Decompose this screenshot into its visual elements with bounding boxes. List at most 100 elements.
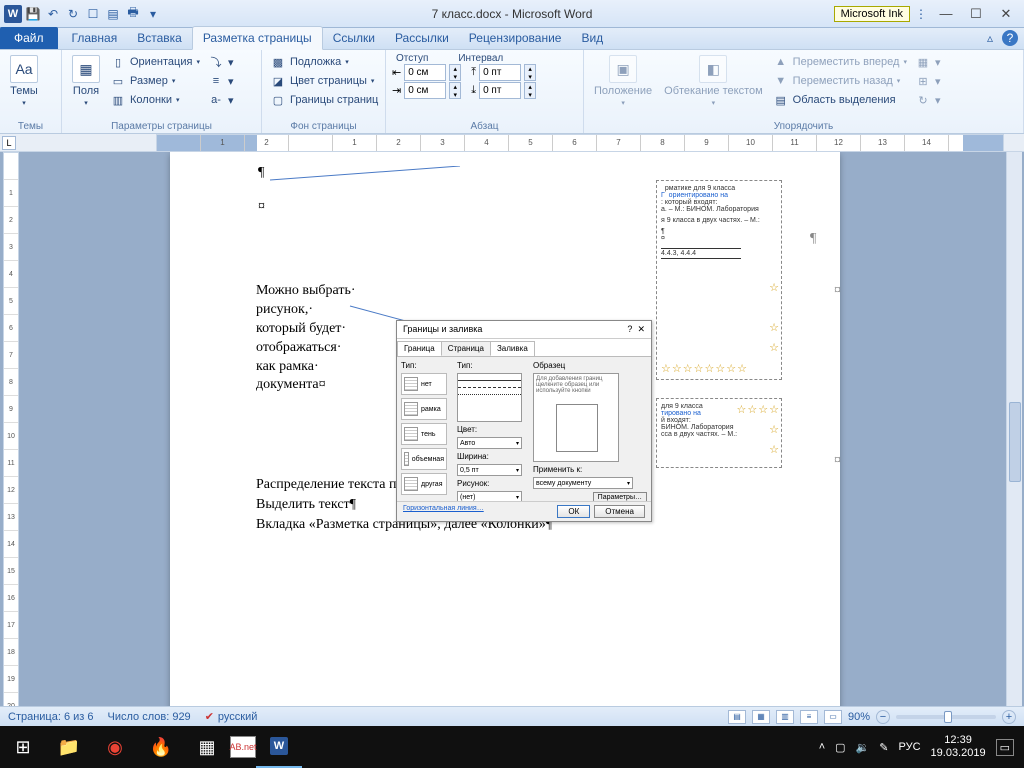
- tray-lang[interactable]: РУС: [899, 741, 921, 753]
- zoom-out-icon[interactable]: −: [876, 710, 890, 724]
- type-box[interactable]: рамка: [401, 398, 447, 420]
- watermark-button[interactable]: ▩Подложка▾: [268, 53, 380, 71]
- style-list[interactable]: [457, 373, 522, 422]
- file-tab[interactable]: Файл: [0, 27, 58, 49]
- space-before-field[interactable]: ⤒0 пт▴▾: [471, 64, 536, 81]
- type-shadow[interactable]: тень: [401, 423, 447, 445]
- indent-left-field[interactable]: ⇤0 см▴▾: [392, 64, 461, 81]
- action-center-icon[interactable]: ▭: [996, 739, 1014, 756]
- maximize-button[interactable]: ☐: [962, 5, 990, 23]
- dlg-tab-border[interactable]: Граница: [397, 341, 442, 356]
- view-draft[interactable]: ▭: [824, 710, 842, 724]
- word-count[interactable]: Число слов: 929: [108, 711, 191, 723]
- bwd-icon: ▼: [773, 73, 789, 89]
- color-select[interactable]: Авто: [457, 437, 522, 449]
- hline-link[interactable]: Горизонтальная линия…: [403, 505, 484, 518]
- view-web[interactable]: ▥: [776, 710, 794, 724]
- minimize-button[interactable]: —: [932, 5, 960, 23]
- size-icon: ▭: [110, 73, 126, 89]
- print-icon[interactable]: 🖶: [124, 5, 142, 23]
- quick-access-toolbar: W 💾 ↶ ↻ ☐ ▤ 🖶 ▾: [0, 5, 162, 23]
- indent-right-field[interactable]: ⇥0 см▴▾: [392, 82, 461, 99]
- preview-pane[interactable]: Для добавления границ щелкните образец и…: [533, 373, 619, 462]
- vertical-scrollbar[interactable]: [1006, 152, 1022, 726]
- type-3d[interactable]: объемная: [401, 448, 447, 470]
- ink-button[interactable]: Microsoft Ink: [834, 6, 910, 22]
- word-taskbar-icon[interactable]: W: [256, 726, 302, 768]
- type-custom[interactable]: другая: [401, 473, 447, 495]
- ok-button[interactable]: ОК: [557, 505, 590, 518]
- calculator-icon[interactable]: ▦: [184, 726, 230, 768]
- save-icon[interactable]: 💾: [24, 5, 42, 23]
- view-read[interactable]: ▦: [752, 710, 770, 724]
- start-button[interactable]: ⊞: [0, 726, 46, 768]
- color-label: Цвет:: [457, 425, 529, 434]
- breaks-button[interactable]: ⤵▾: [206, 53, 236, 71]
- tab-layout[interactable]: Разметка страницы: [192, 26, 323, 50]
- scrollbar-thumb[interactable]: [1009, 402, 1021, 482]
- vertical-ruler[interactable]: 1234567891011121314151617181920212223242…: [3, 152, 19, 726]
- help-icon[interactable]: ?: [1002, 30, 1018, 46]
- group-arrange-label: Упорядочить: [590, 120, 1017, 132]
- linenums-icon: ≡: [208, 73, 224, 89]
- firefox-icon[interactable]: 🔥: [138, 726, 184, 768]
- zoom-in-icon[interactable]: +: [1002, 710, 1016, 724]
- taskbar-clock[interactable]: 12:39 19.03.2019: [931, 734, 986, 760]
- tab-home[interactable]: Главная: [62, 27, 128, 49]
- zoom-thumb[interactable]: [944, 711, 952, 723]
- width-select[interactable]: 0,5 пт: [457, 464, 522, 476]
- qat-more-icon[interactable]: ▾: [144, 5, 162, 23]
- file-explorer-icon[interactable]: 📁: [46, 726, 92, 768]
- view-outline[interactable]: ≡: [800, 710, 818, 724]
- view-print-layout[interactable]: ▤: [728, 710, 746, 724]
- tab-view[interactable]: Вид: [571, 27, 613, 49]
- tray-up-icon[interactable]: ˄: [819, 741, 825, 753]
- dialog-help-icon[interactable]: ?: [627, 324, 632, 334]
- tray-monitor-icon[interactable]: ▢: [835, 741, 845, 754]
- redo-icon[interactable]: ↻: [64, 5, 82, 23]
- dialog-titlebar[interactable]: Границы и заливка ? ✕: [397, 321, 651, 339]
- group-button: ⊞▾: [913, 72, 943, 90]
- page-borders-button[interactable]: ▢Границы страниц: [268, 91, 380, 109]
- tab-review[interactable]: Рецензирование: [459, 27, 572, 49]
- linenums-button[interactable]: ≡▾: [206, 72, 236, 90]
- chrome-icon[interactable]: ◉: [92, 726, 138, 768]
- dialog-close-icon[interactable]: ✕: [637, 324, 645, 334]
- zoom-slider[interactable]: [896, 715, 996, 719]
- tray-pen-icon[interactable]: ✎: [879, 741, 888, 754]
- tab-insert[interactable]: Вставка: [127, 27, 192, 49]
- orientation-button[interactable]: ▯Ориентация▾: [108, 53, 202, 71]
- position-button: ▣Положение▾: [590, 53, 656, 109]
- word-app-icon: W: [4, 5, 22, 23]
- columns-button[interactable]: ▥Колонки▾: [108, 91, 202, 109]
- group-page-setup: ▦ Поля ▾ ▯Ориентация▾ ▭Размер▾ ▥Колонки▾…: [62, 50, 262, 133]
- rotate-button: ↻▾: [913, 91, 943, 109]
- new-icon[interactable]: ☐: [84, 5, 102, 23]
- tab-mailings[interactable]: Рассылки: [385, 27, 459, 49]
- hyphen-button[interactable]: a-▾: [206, 91, 236, 109]
- type-none[interactable]: нет: [401, 373, 447, 395]
- abnet-icon[interactable]: АВ.net: [230, 736, 256, 758]
- selection-pane-button[interactable]: ▤Область выделения: [771, 91, 909, 109]
- horizontal-ruler[interactable]: 121234567891011121314151617: [156, 134, 1004, 152]
- size-button[interactable]: ▭Размер▾: [108, 72, 202, 90]
- language-status[interactable]: ✔русский: [205, 710, 258, 723]
- ribbon-minimize-icon[interactable]: ▵: [982, 30, 998, 46]
- tray-volume-icon[interactable]: 🔉: [856, 741, 870, 754]
- tab-references[interactable]: Ссылки: [323, 27, 385, 49]
- page-status[interactable]: Страница: 6 из 6: [8, 711, 94, 723]
- themes-button[interactable]: Aa Темы ▾: [6, 53, 42, 109]
- zoom-level[interactable]: 90%: [848, 711, 870, 723]
- undo-icon[interactable]: ↶: [44, 5, 62, 23]
- apply-select[interactable]: всему документу: [533, 477, 633, 489]
- tab-selector[interactable]: L: [2, 136, 16, 150]
- margins-button[interactable]: ▦ Поля ▾: [68, 53, 104, 109]
- dlg-tab-fill[interactable]: Заливка: [490, 341, 535, 356]
- dlg-tab-page[interactable]: Страница: [441, 341, 491, 356]
- open-icon[interactable]: ▤: [104, 5, 122, 23]
- space-after-field[interactable]: ⤓0 пт▴▾: [471, 82, 536, 99]
- ink-dropdown-icon[interactable]: ⋮: [912, 5, 930, 23]
- close-button[interactable]: ✕: [992, 5, 1020, 23]
- cancel-button[interactable]: Отмена: [594, 505, 645, 518]
- page-color-button[interactable]: ◪Цвет страницы▾: [268, 72, 380, 90]
